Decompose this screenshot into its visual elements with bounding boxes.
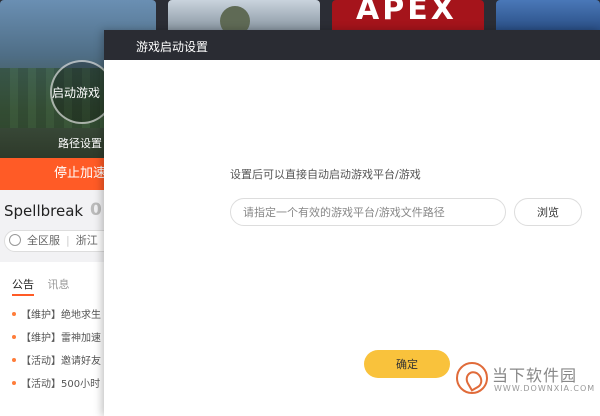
- game-thumbnail-4[interactable]: [496, 0, 600, 30]
- dialog-description: 设置后可以直接自动启动游戏平台/游戏: [230, 168, 421, 181]
- bullet-icon: [12, 312, 16, 316]
- news-item-text[interactable]: 【活动】500小时: [21, 379, 100, 390]
- browse-button[interactable]: 浏览: [514, 198, 582, 226]
- path-settings-link[interactable]: 路径设置: [58, 135, 102, 151]
- stop-acceleration-button[interactable]: 停止加速: [0, 158, 110, 190]
- game-title-trailing: 0: [90, 200, 102, 220]
- game-title: Spellbreak: [4, 202, 84, 220]
- watermark-logo-icon: [456, 362, 488, 394]
- news-tabs: 公告 讯息: [12, 276, 80, 292]
- news-item-text[interactable]: 【活动】邀请好友: [21, 356, 101, 367]
- game-thumbnail-apex[interactable]: APEX: [332, 0, 484, 30]
- confirm-button[interactable]: 确定: [364, 350, 450, 378]
- dialog-title: 游戏启动设置: [136, 40, 209, 54]
- globe-icon: [9, 234, 21, 246]
- watermark-text-en: WWW.DOWNXIA.COM: [494, 384, 596, 393]
- watermark: 当下软件园 WWW.DOWNXIA.COM: [456, 360, 596, 406]
- game-thumbnail-pubg[interactable]: [168, 0, 320, 30]
- news-list: 【维护】绝地求生 【维护】雷神加速 【活动】邀请好友 【活动】500小时: [12, 304, 104, 396]
- tab-messages[interactable]: 讯息: [48, 278, 70, 291]
- game-launch-settings-dialog: 游戏启动设置 设置后可以直接自动启动游戏平台/游戏 浏览 确定: [104, 30, 600, 416]
- apex-logo-text: APEX: [356, 0, 457, 27]
- bullet-icon: [12, 335, 16, 339]
- list-item[interactable]: 【活动】邀请好友: [12, 350, 104, 373]
- bullet-icon: [12, 381, 16, 385]
- game-path-input[interactable]: [230, 198, 506, 226]
- news-panel: 公告 讯息 【维护】绝地求生 【维护】雷神加速 【活动】邀请好友 【活动】500…: [0, 262, 104, 416]
- news-item-text[interactable]: 【维护】绝地求生: [21, 310, 101, 321]
- server-selector[interactable]: 全区服 | 浙江: [4, 230, 114, 252]
- tab-announcements[interactable]: 公告: [12, 278, 34, 291]
- helmet-icon: [220, 6, 250, 30]
- list-item[interactable]: 【维护】雷神加速: [12, 327, 104, 350]
- active-tab-indicator: [12, 294, 34, 296]
- news-item-text[interactable]: 【维护】雷神加速: [21, 333, 101, 344]
- bullet-icon: [12, 358, 16, 362]
- list-item[interactable]: 【活动】500小时: [12, 373, 104, 396]
- separator: |: [66, 234, 70, 247]
- watermark-text-cn: 当下软件园: [492, 366, 578, 385]
- launch-game-label[interactable]: 启动游戏: [52, 84, 100, 101]
- list-item[interactable]: 【维护】绝地求生: [12, 304, 104, 327]
- server-region[interactable]: 全区服: [27, 234, 60, 247]
- server-node[interactable]: 浙江: [76, 234, 98, 247]
- dialog-header: 游戏启动设置: [104, 30, 600, 60]
